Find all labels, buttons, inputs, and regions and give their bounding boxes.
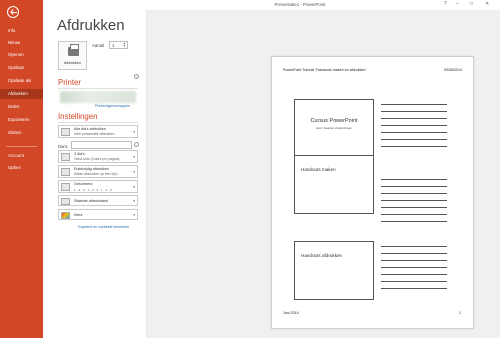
preview-page-number: 1 xyxy=(459,311,461,315)
slide-title: Handouts maken xyxy=(301,167,336,172)
portrait-icon xyxy=(61,198,70,205)
slide-title: Cursus PowerPoint xyxy=(310,118,358,124)
sidebar-item-save-as[interactable]: Opslaan als xyxy=(0,76,43,86)
backstage-sidebar: Info Nieuw Openen Opslaan Opslaan als Af… xyxy=(0,0,43,338)
handout-slide: Cursus PowerPoint door: Gaarde Vanderlin… xyxy=(294,99,374,158)
handout-slide: Handouts maken xyxy=(294,155,374,214)
handout-icon xyxy=(61,153,70,161)
printer-section-title: Printer xyxy=(58,78,81,87)
settings-section-title: Instellingen xyxy=(58,112,98,121)
printer-select[interactable] xyxy=(60,91,136,103)
settings-divider xyxy=(58,122,138,123)
chevron-down-icon: ▾ xyxy=(133,199,135,203)
window-title: Presentatie1 - PowerPoint xyxy=(274,2,326,7)
setting-description: Alleen afdrukken op één zijd... xyxy=(74,172,120,176)
print-button[interactable]: Afdrukken xyxy=(58,41,87,70)
print-backstage: Info Nieuw Openen Opslaan Opslaan als Af… xyxy=(0,0,500,338)
printer-info-icon[interactable]: i xyxy=(134,74,139,79)
chevron-down-icon: ▾ xyxy=(133,170,135,174)
single-sided-icon xyxy=(61,168,70,176)
setting-label: Enkelzijdig afdrukken xyxy=(74,167,109,171)
color-dropdown[interactable]: Kleur ▾ xyxy=(58,209,138,220)
note-lines xyxy=(381,246,447,295)
note-lines xyxy=(381,104,447,153)
slide-title: Handouts afdrukken xyxy=(301,253,343,258)
printer-divider xyxy=(58,88,138,89)
close-icon[interactable]: ✕ xyxy=(485,1,489,7)
copies-stepper[interactable]: 1 ▲ ▼ xyxy=(109,41,128,49)
slides-label: Dia's: xyxy=(58,144,69,149)
edit-header-footer-link[interactable]: Koptekst en voettekst bewerken xyxy=(78,225,129,229)
setting-label: Kleur xyxy=(74,213,83,217)
setting-label: 3 dia's xyxy=(74,152,85,156)
setting-label: Gesorteerd xyxy=(74,182,93,186)
preview-page: PowerPoint Tutorial "Handouts maken en a… xyxy=(271,56,474,329)
note-lines xyxy=(381,179,447,228)
copies-value: 1 xyxy=(112,43,115,48)
color-icon xyxy=(61,212,70,219)
setting-label: Staande afdrukstand xyxy=(74,199,109,203)
slides-info-icon[interactable] xyxy=(134,142,139,147)
spin-arrows-icon[interactable]: ▲ ▼ xyxy=(123,42,126,48)
orientation-dropdown[interactable]: Staande afdrukstand ▾ xyxy=(58,195,138,206)
chevron-down-icon: ▾ xyxy=(133,155,135,159)
sidebar-item-share[interactable]: Delen xyxy=(0,102,43,112)
sides-dropdown[interactable]: Enkelzijdig afdrukken Alleen afdrukken o… xyxy=(58,165,138,178)
sidebar-item-export[interactable]: Exporteren xyxy=(0,115,43,125)
chevron-down-icon: ▾ xyxy=(133,185,135,189)
sidebar-item-info[interactable]: Info xyxy=(0,26,43,36)
collation-dropdown[interactable]: Gesorteerd 1,2,3 1,2,3 1,2,3 ▾ xyxy=(58,180,138,193)
sidebar-item-print[interactable]: Afdrukken xyxy=(0,89,43,99)
preview-header: PowerPoint Tutorial "Handouts maken en a… xyxy=(283,68,367,72)
maximize-icon[interactable]: □ xyxy=(470,1,473,7)
sidebar-item-new[interactable]: Nieuw xyxy=(0,38,43,48)
preview-date: 03/06/2014 xyxy=(444,68,462,72)
copies-label: Aantal xyxy=(92,43,105,48)
help-icon[interactable]: ? xyxy=(444,1,447,7)
preview-footer: Juni 2014 xyxy=(283,311,299,315)
page-title: Afdrukken xyxy=(57,17,125,34)
printer-icon xyxy=(68,44,79,56)
slides-icon xyxy=(61,128,70,136)
sidebar-item-close[interactable]: Sluiten xyxy=(0,128,43,138)
setting-description: Hele presentatie afdrukken xyxy=(74,132,115,136)
chevron-down-icon: ▾ xyxy=(133,213,135,217)
back-arrow-icon[interactable] xyxy=(7,6,19,18)
layout-dropdown[interactable]: 3 dia's Hand-outs (3 dia's per pagina) ▾ xyxy=(58,150,138,163)
collated-icon xyxy=(61,183,70,191)
setting-description: 1,2,3 1,2,3 1,2,3 xyxy=(74,188,113,192)
sidebar-item-options[interactable]: Opties xyxy=(0,163,43,173)
slide-subtitle: door: Gaarde Vanderlingen xyxy=(316,126,352,130)
print-range-dropdown[interactable]: Alle dia's afdrukken Hele presentatie af… xyxy=(58,125,138,138)
sidebar-item-open[interactable]: Openen xyxy=(0,50,43,60)
printer-properties-link[interactable]: Printereigenschappen xyxy=(95,104,130,108)
minimize-icon[interactable]: – xyxy=(456,1,459,7)
chevron-down-icon: ▾ xyxy=(133,130,135,134)
setting-description: Hand-outs (3 dia's per pagina) xyxy=(74,157,120,161)
print-button-label: Afdrukken xyxy=(63,61,82,65)
sidebar-divider xyxy=(6,146,37,147)
sidebar-item-save[interactable]: Opslaan xyxy=(0,63,43,73)
handout-slide: Handouts afdrukken xyxy=(294,241,374,300)
sidebar-item-account[interactable]: Account xyxy=(0,151,43,161)
slides-input[interactable] xyxy=(71,141,132,149)
setting-label: Alle dia's afdrukken xyxy=(74,127,106,131)
